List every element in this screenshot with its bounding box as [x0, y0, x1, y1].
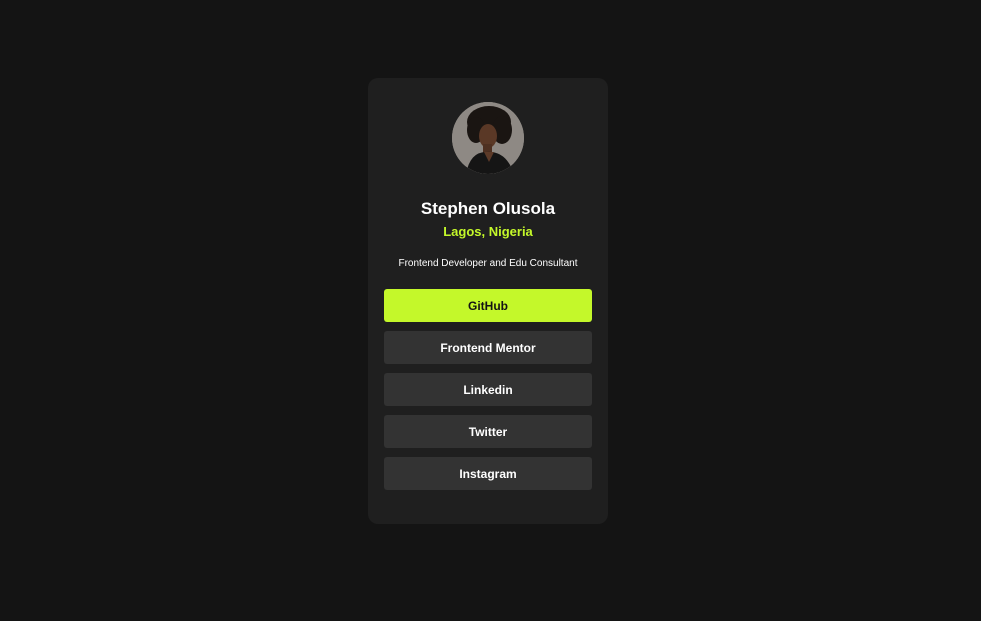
frontend-mentor-link[interactable]: Frontend Mentor	[384, 331, 592, 364]
avatar-photo	[452, 102, 524, 174]
profile-location: Lagos, Nigeria	[443, 224, 533, 239]
profile-name: Stephen Olusola	[420, 199, 556, 218]
profile-card: Stephen Olusola Lagos, Nigeria Frontend …	[368, 78, 608, 524]
avatar	[452, 102, 524, 174]
github-link[interactable]: GitHub	[384, 289, 592, 322]
linkedin-link[interactable]: Linkedin	[384, 373, 592, 406]
profile-bio: Frontend Developer and Edu Consultant	[398, 258, 578, 269]
twitter-link[interactable]: Twitter	[384, 415, 592, 448]
social-links: GitHub Frontend Mentor Linkedin Twitter …	[384, 289, 592, 490]
instagram-link[interactable]: Instagram	[384, 457, 592, 490]
